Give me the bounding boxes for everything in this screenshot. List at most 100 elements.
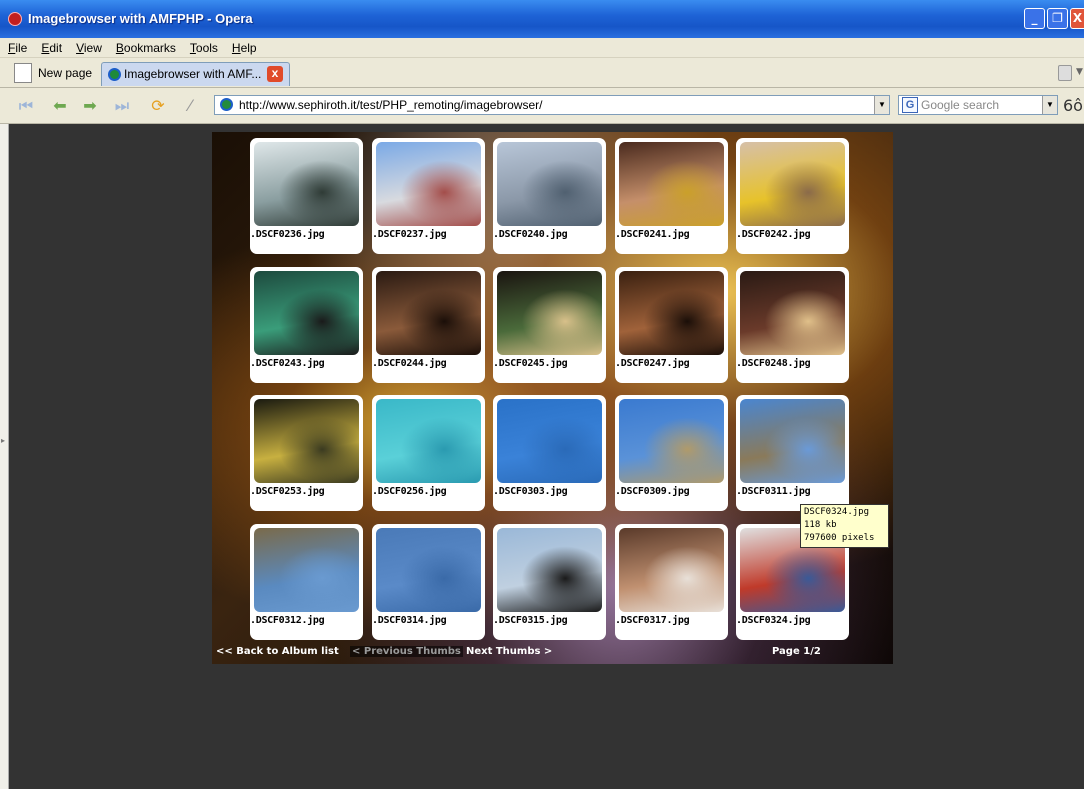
close-window-button[interactable]: X: [1070, 8, 1084, 29]
thumbnail-image[interactable]: [254, 528, 359, 612]
thumbnail-filename: .DSCF0253.jpg: [250, 486, 325, 497]
thumbnail-image[interactable]: [254, 142, 359, 226]
tab-imagebrowser-label: Imagebrowser with AMF...: [124, 67, 262, 81]
thumbnail-card[interactable]: .DSCF0317.jpg: [615, 524, 728, 640]
opera-logo-icon: [8, 12, 22, 26]
thumbnail-image[interactable]: [376, 271, 481, 355]
thumbnail-filename: .DSCF0242.jpg: [736, 229, 811, 240]
thumbnail-filename: .DSCF0311.jpg: [736, 486, 811, 497]
thumbnail-image[interactable]: [497, 271, 602, 355]
panel-toggle[interactable]: ▸: [0, 124, 9, 789]
previous-thumbs-link[interactable]: < Previous Thumbs: [350, 646, 463, 657]
thumbnail-card[interactable]: .DSCF0309.jpg: [615, 395, 728, 511]
menu-edit[interactable]: Edit: [33, 38, 68, 55]
chevron-down-icon[interactable]: ▼: [1076, 67, 1083, 77]
search-field[interactable]: G Google search ▼: [898, 95, 1058, 115]
site-icon: [220, 98, 233, 111]
thumbnail-card[interactable]: .DSCF0245.jpg: [493, 267, 606, 383]
thumbnail-card[interactable]: .DSCF0253.jpg: [250, 395, 363, 511]
next-thumbs-link[interactable]: Next Thumbs >: [466, 646, 552, 657]
rewind-icon[interactable]: ⏮: [16, 97, 36, 115]
new-page-icon: [14, 63, 32, 83]
thumbnail-card[interactable]: .DSCF0240.jpg: [493, 138, 606, 254]
menu-help[interactable]: Help: [224, 38, 263, 55]
google-icon[interactable]: G: [902, 97, 918, 113]
thumbnail-filename: .DSCF0237.jpg: [372, 229, 447, 240]
thumbnail-image[interactable]: [619, 142, 724, 226]
trash-icon[interactable]: [1058, 65, 1072, 81]
tooltip-filename: DSCF0324.jpg: [804, 507, 870, 517]
panel-arrow-icon: ▸: [1, 436, 6, 445]
thumbnail-filename: .DSCF0309.jpg: [615, 486, 690, 497]
thumbnail-image[interactable]: [376, 399, 481, 483]
address-dropdown-icon[interactable]: ▼: [874, 96, 889, 114]
thumbnail-image[interactable]: [619, 528, 724, 612]
title-bar: Imagebrowser with AMFPHP - Opera _ ❐ X: [0, 0, 1084, 38]
thumbnail-image[interactable]: [619, 399, 724, 483]
thumbnail-card[interactable]: .DSCF0247.jpg: [615, 267, 728, 383]
tab-new-page-label: New page: [38, 66, 93, 80]
thumbnail-image[interactable]: [376, 142, 481, 226]
thumbnail-filename: .DSCF0317.jpg: [615, 615, 690, 626]
thumbnail-image[interactable]: [254, 271, 359, 355]
image-tooltip: DSCF0324.jpg 118 kb 797600 pixels: [800, 504, 889, 548]
thumbnail-card[interactable]: .DSCF0256.jpg: [372, 395, 485, 511]
thumbnail-card[interactable]: .DSCF0244.jpg: [372, 267, 485, 383]
thumbnail-card[interactable]: .DSCF0236.jpg: [250, 138, 363, 254]
back-to-album-link[interactable]: << Back to Album list: [216, 646, 339, 657]
thumbnail-card[interactable]: .DSCF0312.jpg: [250, 524, 363, 640]
tooltip-pixels: 797600 pixels: [804, 533, 875, 543]
thumbnail-card[interactable]: .DSCF0241.jpg: [615, 138, 728, 254]
thumbnail-image[interactable]: [740, 399, 845, 483]
thumbnail-image[interactable]: [497, 399, 602, 483]
thumbnail-image[interactable]: [497, 528, 602, 612]
minimize-button[interactable]: _: [1024, 8, 1045, 29]
address-field[interactable]: http://www.sephiroth.it/test/PHP_remotin…: [214, 95, 890, 115]
thumbnail-card[interactable]: .DSCF0237.jpg: [372, 138, 485, 254]
edit-icon[interactable]: ⁄: [180, 97, 200, 115]
thumbnail-filename: .DSCF0244.jpg: [372, 358, 447, 369]
address-text: http://www.sephiroth.it/test/PHP_remotin…: [239, 98, 543, 112]
thumbnail-filename: .DSCF0303.jpg: [493, 486, 568, 497]
thumbnail-filename: .DSCF0241.jpg: [615, 229, 690, 240]
thumbnail-filename: .DSCF0247.jpg: [615, 358, 690, 369]
tooltip-filesize: 118 kb: [804, 520, 837, 530]
close-tab-button[interactable]: x: [267, 66, 283, 82]
fast-forward-icon[interactable]: ⏭: [112, 97, 132, 115]
tab-imagebrowser[interactable]: Imagebrowser with AMF... x: [101, 62, 290, 86]
thumbnail-image[interactable]: [376, 528, 481, 612]
menu-bookmarks[interactable]: Bookmarks: [108, 38, 182, 55]
thumbnail-filename: .DSCF0315.jpg: [493, 615, 568, 626]
maximize-button[interactable]: ❐: [1047, 8, 1068, 29]
menu-file[interactable]: File: [0, 38, 33, 55]
thumbnail-image[interactable]: [619, 271, 724, 355]
thumbnail-filename: .DSCF0236.jpg: [250, 229, 325, 240]
image-gallery: .DSCF0324.jpg .DSCF0317.jpg .DSCF0315.jpg.…: [212, 132, 893, 664]
thumbnail-card[interactable]: .DSCF0315.jpg: [493, 524, 606, 640]
menu-tools[interactable]: Tools: [182, 38, 224, 55]
thumbnail-card[interactable]: .DSCF0248.jpg: [736, 267, 849, 383]
thumbnail-card[interactable]: .DSCF0242.jpg: [736, 138, 849, 254]
thumbnail-card[interactable]: .DSCF0311.jpg: [736, 395, 849, 511]
thumbnail-image[interactable]: [497, 142, 602, 226]
thumbnail-card[interactable]: .DSCF0314.jpg: [372, 524, 485, 640]
thumbnail-card[interactable]: .DSCF0303.jpg: [493, 395, 606, 511]
thumbnail-image[interactable]: [740, 142, 845, 226]
thumbnail-filename: .DSCF0324.jpg: [736, 615, 811, 626]
thumbnail-image[interactable]: [254, 399, 359, 483]
tab-new-page[interactable]: New page: [12, 62, 98, 86]
back-icon[interactable]: ⬅: [50, 97, 70, 115]
globe-icon: [108, 68, 121, 81]
thumbnail-filename: .DSCF0312.jpg: [250, 615, 325, 626]
search-dropdown-icon[interactable]: ▼: [1042, 96, 1057, 114]
menu-view[interactable]: View: [68, 38, 108, 55]
thumbnail-filename: .DSCF0248.jpg: [736, 358, 811, 369]
window-title: Imagebrowser with AMFPHP - Opera: [28, 11, 253, 26]
thumbnail-image[interactable]: [740, 271, 845, 355]
thumbnail-filename: .DSCF0256.jpg: [372, 486, 447, 497]
thumbnail-card[interactable]: .DSCF0243.jpg: [250, 267, 363, 383]
zoom-label: 6ô: [1063, 96, 1083, 115]
navigation-bar: ⏮ ⬅ ➡ ⏭ ⟳ ⁄ http://www.sephiroth.it/test…: [0, 88, 1084, 124]
reload-icon[interactable]: ⟳: [148, 97, 168, 115]
forward-icon[interactable]: ➡: [80, 97, 100, 115]
